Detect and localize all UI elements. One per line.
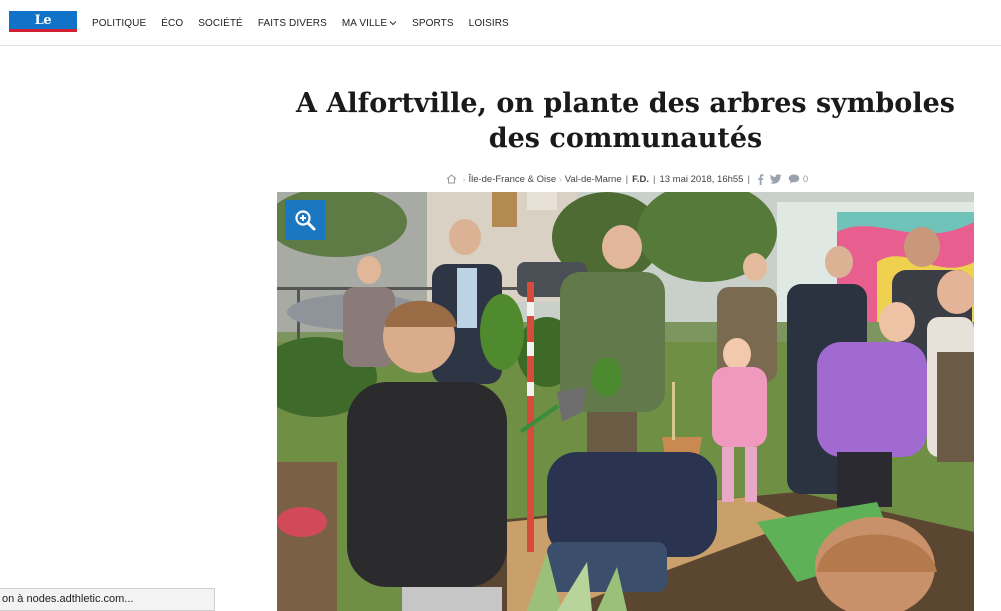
comment-count[interactable]: 0 <box>803 174 808 185</box>
nav-item-label: POLITIQUE <box>92 17 147 29</box>
nav-item-eco[interactable]: ÉCO <box>161 18 183 29</box>
nav-item-ma-ville[interactable]: MA VILLE <box>342 18 397 29</box>
twitter-icon[interactable] <box>769 174 782 184</box>
nav-item-label: FAITS DIVERS <box>257 17 327 29</box>
zoom-button[interactable] <box>285 200 325 240</box>
nav-item-label: SPORTS <box>412 17 454 29</box>
photo-illustration <box>277 192 974 611</box>
nav-item-label: ÉCO <box>161 17 184 29</box>
home-icon[interactable] <box>446 174 457 184</box>
breadcrumb-separator: › <box>559 174 562 184</box>
main-menu: POLITIQUE ÉCO SOCIÉTÉ FAITS DIVERS MA VI… <box>92 0 524 46</box>
breadcrumb-separator: › <box>462 174 466 184</box>
comment-icon[interactable] <box>788 174 800 184</box>
zoom-in-icon <box>295 210 316 231</box>
facebook-icon[interactable] <box>757 173 764 185</box>
meta-divider: | <box>625 173 629 185</box>
browser-status-bar: on à nodes.adthletic.com... <box>0 588 215 611</box>
nav-item-label: SOCIÉTÉ <box>198 17 243 29</box>
top-navigation: Le Parisien POLITIQUE ÉCO SOCIÉTÉ FAITS … <box>0 0 1001 47</box>
nav-item-label: MA VILLE <box>341 17 388 29</box>
article-meta: › Île-de-France & Oise › Val-de-Marne | … <box>277 171 974 187</box>
site-logo[interactable]: Le Parisien <box>9 11 77 47</box>
breadcrumb-region[interactable]: Île-de-France & Oise <box>468 174 556 185</box>
article-title: A Alfortville, on plante des arbres symb… <box>296 88 955 154</box>
breadcrumb-department[interactable]: Val-de-Marne <box>565 174 622 185</box>
nav-item-sports[interactable]: SPORTS <box>412 18 454 29</box>
nav-item-label: LOISIRS <box>468 17 509 29</box>
nav-item-faits-divers[interactable]: FAITS DIVERS <box>258 18 327 29</box>
article-date: 13 mai 2018, 16h55 <box>659 173 744 185</box>
meta-divider: | <box>653 173 656 185</box>
nav-item-societe[interactable]: SOCIÉTÉ <box>198 18 243 29</box>
chevron-down-icon <box>389 21 397 26</box>
article-author: F.D. <box>632 173 649 185</box>
nav-item-politique[interactable]: POLITIQUE <box>92 18 146 29</box>
article-photo[interactable] <box>277 192 974 611</box>
meta-divider: | <box>747 173 750 185</box>
nav-item-loisirs[interactable]: LOISIRS <box>469 18 509 29</box>
